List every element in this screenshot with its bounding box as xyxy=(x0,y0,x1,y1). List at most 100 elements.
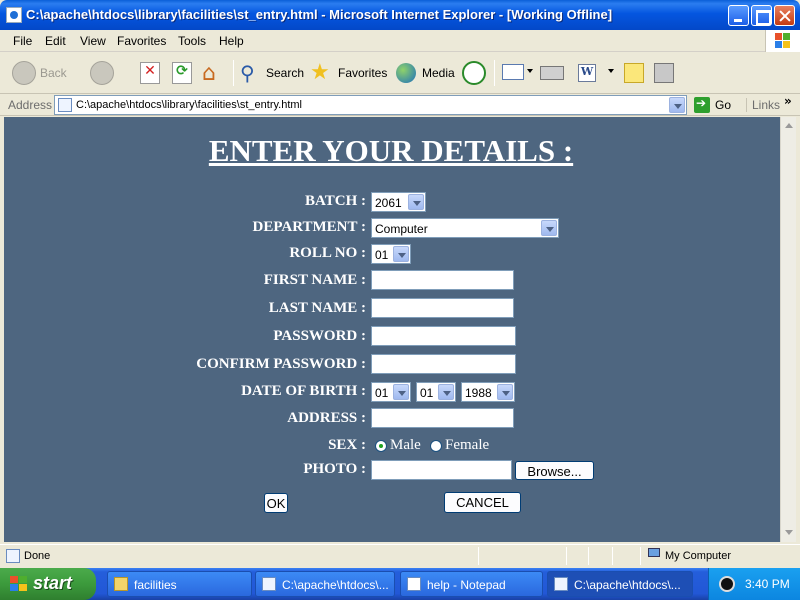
chevron-down-icon xyxy=(541,220,557,236)
rollno-label: ROLL NO : xyxy=(289,245,366,261)
go-label: Go xyxy=(715,98,732,112)
ok-button[interactable]: OK xyxy=(264,493,288,513)
menu-favorites[interactable]: Favorites xyxy=(117,34,166,48)
lastname-input[interactable] xyxy=(371,298,514,318)
discuss-button[interactable] xyxy=(624,58,648,88)
forward-button[interactable] xyxy=(90,58,130,88)
rollno-select[interactable]: 01 xyxy=(371,244,411,264)
start-button[interactable]: start xyxy=(0,568,96,600)
menu-edit[interactable]: Edit xyxy=(45,34,66,48)
address-input-field[interactable] xyxy=(371,408,514,428)
scroll-up-icon[interactable] xyxy=(782,118,796,134)
tray-volume-icon[interactable] xyxy=(719,576,735,592)
maximize-button[interactable] xyxy=(751,5,772,26)
zone-text: My Computer xyxy=(665,550,732,562)
edit-button[interactable]: W xyxy=(578,58,618,88)
menu-file[interactable]: File xyxy=(13,34,32,48)
dob-day-select[interactable]: 01 xyxy=(371,382,411,402)
print-button[interactable] xyxy=(540,58,566,88)
menu-tools[interactable]: Tools xyxy=(178,34,206,48)
firstname-input[interactable] xyxy=(371,270,514,290)
dob-year-select[interactable]: 1988 xyxy=(461,382,515,402)
refresh-button[interactable]: ⟳ xyxy=(172,58,194,88)
close-button[interactable] xyxy=(774,5,795,26)
home-button[interactable]: ⌂ xyxy=(202,58,226,88)
sex-male-radio[interactable] xyxy=(375,440,387,452)
status-text: Done xyxy=(24,550,51,562)
browse-button[interactable]: Browse... xyxy=(515,461,594,480)
search-label: Search xyxy=(266,66,305,80)
mail-button[interactable] xyxy=(502,58,534,88)
research-button[interactable] xyxy=(654,58,678,88)
confirm-password-label: CONFIRM PASSWORD : xyxy=(196,356,366,372)
dob-year-value: 1988 xyxy=(465,386,492,400)
dob-month-select[interactable]: 01 xyxy=(416,382,456,402)
address-url: C:\apache\htdocs\library\facilities\st_e… xyxy=(76,99,302,111)
address-field-label: ADDRESS : xyxy=(287,410,366,426)
favorites-star-icon: ★ xyxy=(310,60,330,85)
task-label: C:\apache\htdocs\... xyxy=(574,578,681,592)
notepad-icon xyxy=(407,577,421,591)
task-ie-1[interactable]: C:\apache\htdocs\... xyxy=(255,571,395,597)
chevron-down-icon xyxy=(438,384,454,400)
cancel-button[interactable]: CANCEL xyxy=(444,492,521,513)
chevron-down-icon xyxy=(393,384,409,400)
dob-label: DATE OF BIRTH : xyxy=(241,383,366,399)
sex-female-label: Female xyxy=(445,437,490,453)
department-label: DEPARTMENT : xyxy=(252,219,366,235)
password-input[interactable] xyxy=(371,326,516,346)
menu-view[interactable]: View xyxy=(80,34,106,48)
media-globe-icon xyxy=(396,63,416,83)
sex-male-label: Male xyxy=(390,437,421,453)
confirm-password-input[interactable] xyxy=(371,354,516,374)
back-button[interactable]: Back xyxy=(10,58,80,88)
scroll-down-icon[interactable] xyxy=(782,525,796,541)
stop-icon: ✕ xyxy=(140,62,160,84)
clock: 3:40 PM xyxy=(745,577,790,591)
vertical-scrollbar[interactable] xyxy=(780,117,796,542)
windows-logo xyxy=(765,30,800,52)
photo-file-input[interactable] xyxy=(371,460,512,480)
links-button[interactable]: Links xyxy=(746,98,780,112)
chevron-down-icon xyxy=(497,384,513,400)
sex-female-radio[interactable] xyxy=(430,440,442,452)
search-button[interactable]: ⚲ Search xyxy=(240,58,305,88)
ie-page-icon xyxy=(262,577,276,591)
history-button[interactable] xyxy=(462,58,488,88)
taskbar: start facilities C:\apache\htdocs\... he… xyxy=(0,568,800,600)
batch-label: BATCH : xyxy=(305,193,366,209)
go-button[interactable]: Go xyxy=(692,96,742,114)
dob-month-value: 01 xyxy=(420,386,434,400)
browse-label: Browse... xyxy=(527,464,582,479)
menu-help[interactable]: Help xyxy=(219,34,244,48)
window-title: C:\apache\htdocs\library\facilities\st_e… xyxy=(26,7,613,22)
lastname-label: LAST NAME : xyxy=(268,300,366,316)
status-divider xyxy=(588,547,589,565)
start-label: start xyxy=(33,573,73,593)
department-select[interactable]: Computer xyxy=(371,218,559,238)
minimize-button[interactable] xyxy=(728,5,749,26)
address-dropdown-button[interactable] xyxy=(669,97,685,113)
page-content: ENTER YOUR DETAILS : BATCH : 2061 DEPART… xyxy=(4,117,780,542)
back-label: Back xyxy=(40,66,67,80)
word-edit-icon: W xyxy=(578,64,596,82)
page-done-icon xyxy=(6,549,20,563)
address-bar: Address C:\apache\htdocs\library\facilit… xyxy=(0,94,800,116)
task-ie-2[interactable]: C:\apache\htdocs\... xyxy=(547,571,693,597)
refresh-icon: ⟳ xyxy=(172,62,192,84)
batch-select[interactable]: 2061 xyxy=(371,192,426,212)
media-button[interactable]: Media xyxy=(396,58,455,88)
task-label: help - Notepad xyxy=(427,578,506,592)
windows-flag-icon xyxy=(10,576,28,592)
favorites-button[interactable]: ★ Favorites xyxy=(310,58,388,88)
task-notepad[interactable]: help - Notepad xyxy=(400,571,543,597)
password-label: PASSWORD : xyxy=(273,328,366,344)
stop-button[interactable]: ✕ xyxy=(140,58,162,88)
title-bar: C:\apache\htdocs\library\facilities\st_e… xyxy=(0,0,800,30)
menu-bar: File Edit View Favorites Tools Help xyxy=(0,30,800,52)
links-chevron-icon[interactable]: » xyxy=(784,94,792,108)
task-label: facilities xyxy=(134,578,177,592)
task-facilities[interactable]: facilities xyxy=(107,571,252,597)
address-label: Address xyxy=(8,98,53,112)
address-input[interactable]: C:\apache\htdocs\library\facilities\st_e… xyxy=(54,95,687,115)
